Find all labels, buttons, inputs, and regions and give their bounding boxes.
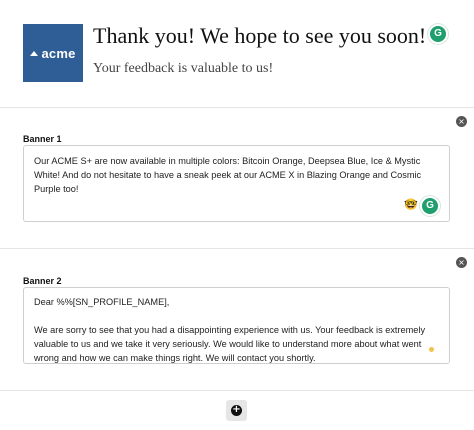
plus-circle-icon: + <box>231 405 242 416</box>
plus-icon: + <box>232 404 241 415</box>
banner-2-textarea[interactable]: Dear %%[SN_PROFILE_NAME], We are sorry t… <box>23 287 450 364</box>
banner-1-textarea[interactable]: Our ACME S+ are now available in multipl… <box>23 145 450 222</box>
banner-2-remove-button[interactable]: × <box>456 257 467 268</box>
banner-divider <box>0 390 474 391</box>
banner-1-remove-button[interactable]: × <box>456 116 467 127</box>
add-banner-button[interactable]: + <box>226 400 247 421</box>
acme-logo-inner: acme <box>30 46 75 61</box>
header-divider <box>0 107 474 108</box>
grammarly-icon-letter: G <box>426 200 434 211</box>
grammarly-icon[interactable]: G <box>422 198 438 214</box>
banner-divider <box>0 248 474 249</box>
email-header: acme Thank you! We hope to see you soon!… <box>0 0 474 107</box>
nerd-face-emoji-icon[interactable]: 🤓 <box>404 199 418 210</box>
close-icon: × <box>458 257 465 267</box>
banner-1-label: Banner 1 <box>23 134 62 144</box>
acme-logo-text: acme <box>41 45 76 61</box>
banner-2-label: Banner 2 <box>23 276 62 286</box>
acme-mountain-icon <box>30 51 39 56</box>
page-subtitle: Your feedback is valuable to us! <box>93 61 274 76</box>
grammarly-icon-letter: G <box>434 28 442 39</box>
grammarly-indicator-icon[interactable] <box>429 347 434 352</box>
close-icon: × <box>458 116 465 126</box>
page-title: Thank you! We hope to see you soon! <box>93 23 427 48</box>
banner-2-text: Dear %%[SN_PROFILE_NAME], We are sorry t… <box>34 297 426 363</box>
grammarly-icon[interactable]: G <box>430 26 446 42</box>
banner-1-text: Our ACME S+ are now available in multipl… <box>34 156 424 194</box>
acme-logo: acme <box>23 24 83 82</box>
